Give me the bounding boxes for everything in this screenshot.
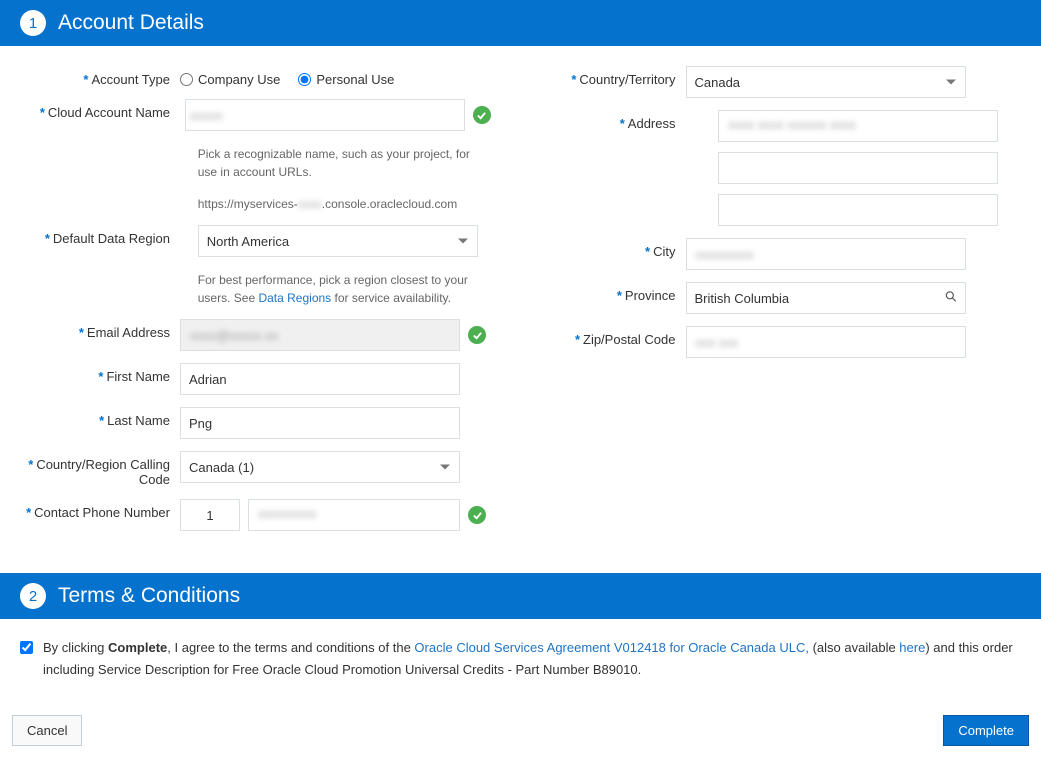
phone-label: *Contact Phone Number — [10, 499, 170, 520]
country-label: *Country/Territory — [546, 66, 676, 87]
personal-use-radio-label[interactable]: Personal Use — [298, 72, 394, 87]
calling-code-label: *Country/Region Calling Code — [10, 451, 170, 487]
terms-text: By clicking Complete, I agree to the ter… — [43, 637, 1021, 681]
phone-cc-input[interactable] — [180, 499, 240, 531]
cloud-account-input[interactable] — [185, 99, 465, 131]
data-regions-link[interactable]: Data Regions — [258, 291, 331, 305]
calling-code-select[interactable]: Canada (1) — [180, 451, 460, 483]
step-2-badge: 2 — [20, 583, 46, 609]
check-icon — [473, 106, 491, 124]
company-use-text: Company Use — [198, 72, 280, 87]
province-select[interactable]: British Columbia — [686, 282, 966, 314]
left-column: *Account Type Company Use Personal Use *… — [10, 66, 496, 543]
personal-use-text: Personal Use — [316, 72, 394, 87]
company-use-radio[interactable] — [180, 73, 193, 86]
zip-row: *Zip/Postal Code xxx xxx — [546, 326, 1032, 358]
region-select[interactable]: North America — [198, 225, 478, 257]
address-row: *Address xxxx xxxx xxxxxx xxxx — [546, 110, 1032, 226]
footer: Cancel Complete — [0, 701, 1041, 762]
country-select[interactable]: Canada — [686, 66, 966, 98]
check-icon — [468, 326, 486, 344]
account-type-row: *Account Type Company Use Personal Use — [10, 66, 496, 87]
zip-value: xxx xxx — [696, 335, 739, 350]
calling-code-row: *Country/Region Calling Code Canada (1) — [10, 451, 496, 487]
terms-body: By clicking Complete, I agree to the ter… — [0, 619, 1041, 701]
zip-label: *Zip/Postal Code — [546, 326, 676, 347]
company-use-radio-label[interactable]: Company Use — [180, 72, 280, 87]
terms-checkbox[interactable] — [20, 641, 33, 654]
region-row: *Default Data Region North America For b… — [10, 225, 496, 307]
first-name-row: *First Name — [10, 363, 496, 395]
cancel-button[interactable]: Cancel — [12, 715, 82, 746]
region-helper: For best performance, pick a region clos… — [198, 271, 478, 307]
right-column: *Country/Territory Canada *Address xxxx … — [546, 66, 1032, 543]
account-type-label: *Account Type — [10, 66, 170, 87]
section-2-title: Terms & Conditions — [58, 584, 240, 608]
section-1-title: Account Details — [58, 11, 204, 35]
address-line3-input[interactable] — [718, 194, 998, 226]
country-row: *Country/Territory Canada — [546, 66, 1032, 98]
personal-use-radio[interactable] — [298, 73, 311, 86]
agreement-link[interactable]: Oracle Cloud Services Agreement V012418 … — [414, 640, 809, 655]
last-name-row: *Last Name — [10, 407, 496, 439]
phone-row: *Contact Phone Number xxxxxxxxx — [10, 499, 496, 531]
email-row: *Email Address xxxx@xxxxx.xx — [10, 319, 496, 351]
first-name-label: *First Name — [10, 363, 170, 384]
province-row: *Province British Columbia — [546, 282, 1032, 314]
city-row: *City xxxxxxxxx — [546, 238, 1032, 270]
cloud-account-label: *Cloud Account Name — [10, 99, 170, 120]
city-label: *City — [546, 238, 676, 259]
region-label: *Default Data Region — [10, 225, 170, 246]
first-name-input[interactable] — [180, 363, 460, 395]
address1-value: xxxx xxxx xxxxxx xxxx — [728, 117, 856, 132]
last-name-label: *Last Name — [10, 407, 170, 428]
cloud-account-url-preview: https://myservices-xxxx.console.oraclecl… — [198, 195, 478, 213]
email-label: *Email Address — [10, 319, 170, 340]
last-name-input[interactable] — [180, 407, 460, 439]
account-details-body: *Account Type Company Use Personal Use *… — [0, 46, 1041, 573]
terms-header: 2 Terms & Conditions — [0, 573, 1041, 619]
province-label: *Province — [546, 282, 676, 303]
email-value: xxxx@xxxxx.xx — [190, 328, 278, 343]
check-icon — [468, 506, 486, 524]
address-label: *Address — [546, 110, 676, 131]
city-value: xxxxxxxxx — [696, 247, 755, 262]
complete-button[interactable]: Complete — [943, 715, 1029, 746]
cloud-account-value: xxxxx — [190, 108, 223, 123]
agreement-here-link[interactable]: here — [899, 640, 925, 655]
account-details-header: 1 Account Details — [0, 0, 1041, 46]
step-1-badge: 1 — [20, 10, 46, 36]
phone-value: xxxxxxxxx — [258, 506, 317, 521]
cloud-account-row: *Cloud Account Name xxxxx Pick a recogni… — [10, 99, 496, 213]
cloud-account-helper: Pick a recognizable name, such as your p… — [198, 145, 478, 181]
address-line2-input[interactable] — [718, 152, 998, 184]
